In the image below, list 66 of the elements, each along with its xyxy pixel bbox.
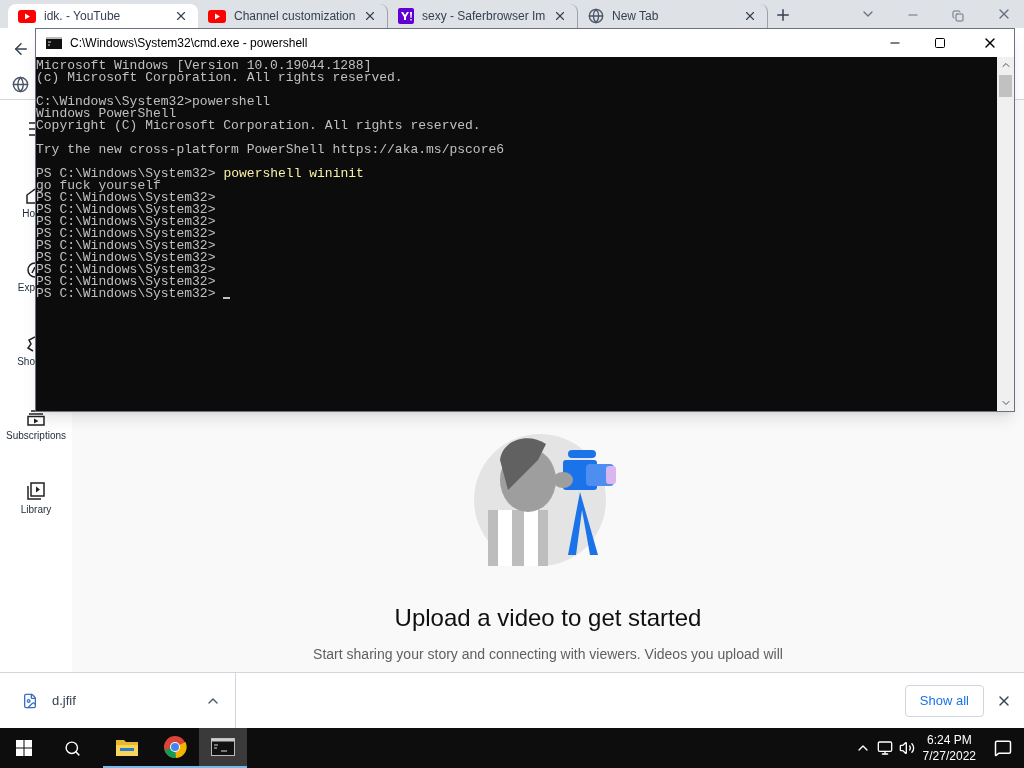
- scroll-thumb[interactable]: [999, 75, 1012, 97]
- console-line: Windows PowerShell: [36, 108, 177, 120]
- back-icon[interactable]: [12, 40, 30, 58]
- image-file-icon: [22, 692, 38, 709]
- show-all-button[interactable]: Show all: [904, 684, 984, 717]
- taskbar-app[interactable]: [199, 728, 247, 768]
- new-tab-icon[interactable]: [774, 6, 792, 24]
- console-line: PS C:\Windows\System32>: [36, 276, 216, 288]
- tab-title: sexy - Saferbrowser Im: [422, 8, 545, 25]
- browser-logo-icon[interactable]: [163, 735, 187, 759]
- console-line: (c) Microsoft Corporation. All rights reserved.: [36, 72, 403, 84]
- browser-tab[interactable]: idk. - YouTube: [8, 4, 198, 28]
- console-line: C:\Windows\System32>powershell: [36, 96, 271, 108]
- window-title: C:\Windows\System32\cmd.exe - powershell: [70, 35, 309, 52]
- sidebar-link[interactable]: Ho: [22, 208, 35, 220]
- sidebar-link[interactable]: Library: [20, 504, 52, 516]
- console-line: PS C:\Windows\System32>: [36, 216, 216, 228]
- maximize-icon[interactable]: [934, 37, 946, 49]
- globe-icon: [588, 8, 604, 24]
- notifications-icon[interactable]: [994, 739, 1012, 757]
- terminal-icon: [46, 37, 62, 49]
- folder-icon[interactable]: [115, 737, 139, 757]
- shorts-icon: [26, 336, 35, 352]
- scrollbar[interactable]: [997, 57, 1014, 411]
- windows-logo-icon[interactable]: [16, 740, 32, 756]
- sidebar-link[interactable]: Subscriptions: [6, 430, 66, 442]
- console-command: powershell wininit: [223, 168, 364, 180]
- console-line: go fuck yourself: [36, 180, 161, 192]
- globe-icon[interactable]: [12, 76, 29, 93]
- play-logo-icon: [208, 9, 226, 23]
- network-icon[interactable]: [876, 740, 893, 756]
- sidebar-link[interactable]: Exp: [17, 282, 35, 294]
- tab-title: idk. - YouTube: [44, 8, 122, 25]
- volume-icon[interactable]: [898, 740, 915, 756]
- console-line: PS C:\Windows\System32>: [36, 168, 216, 180]
- file-name: d.jfif: [52, 691, 77, 710]
- empty-state-title: Upload a video to get started: [394, 603, 702, 633]
- site-logo-icon: [398, 8, 414, 24]
- house-icon: [26, 188, 35, 204]
- menu-icon[interactable]: [29, 122, 35, 136]
- tab-title: New Tab: [612, 8, 660, 25]
- console-line: PS C:\Windows\System32>: [36, 252, 216, 264]
- close-tab-icon[interactable]: [743, 9, 757, 23]
- empty-state-text: Start sharing your story and connecting with viewers. Videos you upload will: [313, 645, 783, 664]
- console-line: PS C:\Windows\System32>: [36, 264, 216, 276]
- close-tab-icon[interactable]: [174, 9, 188, 23]
- compass-icon: [26, 262, 35, 278]
- terminal-icon[interactable]: [211, 738, 235, 756]
- console-line: PS C:\Windows\System32>: [36, 192, 216, 204]
- close-tab-icon[interactable]: [553, 9, 567, 23]
- play-logo-icon: [18, 9, 36, 23]
- console-line: Copyright (C) Microsoft Corporation. All rights reserved.: [36, 120, 481, 132]
- search-icon[interactable]: [64, 739, 81, 757]
- console-line: PS C:\Windows\System32>: [36, 228, 216, 240]
- console-line: PS C:\Windows\System32>: [36, 204, 216, 216]
- restore-icon[interactable]: [952, 10, 964, 22]
- library-icon: [27, 482, 45, 500]
- close-tab-icon[interactable]: [363, 9, 377, 23]
- console-line: PS C:\Windows\System32>: [36, 288, 216, 300]
- console-line: Microsoft Windows [Version 10.0.19044.1288]: [36, 60, 372, 72]
- console-line: PS C:\Windows\System32>: [36, 240, 216, 252]
- console-line: Try the new cross-platform PowerShell https://aka.ms/pscore6: [36, 144, 505, 156]
- subscriptions-icon: [27, 410, 45, 426]
- sidebar-link[interactable]: Sho: [17, 356, 35, 368]
- tab-title: Channel customization: [234, 8, 355, 25]
- clock[interactable]: 6:24 PM 7/27/2022: [922, 732, 976, 764]
